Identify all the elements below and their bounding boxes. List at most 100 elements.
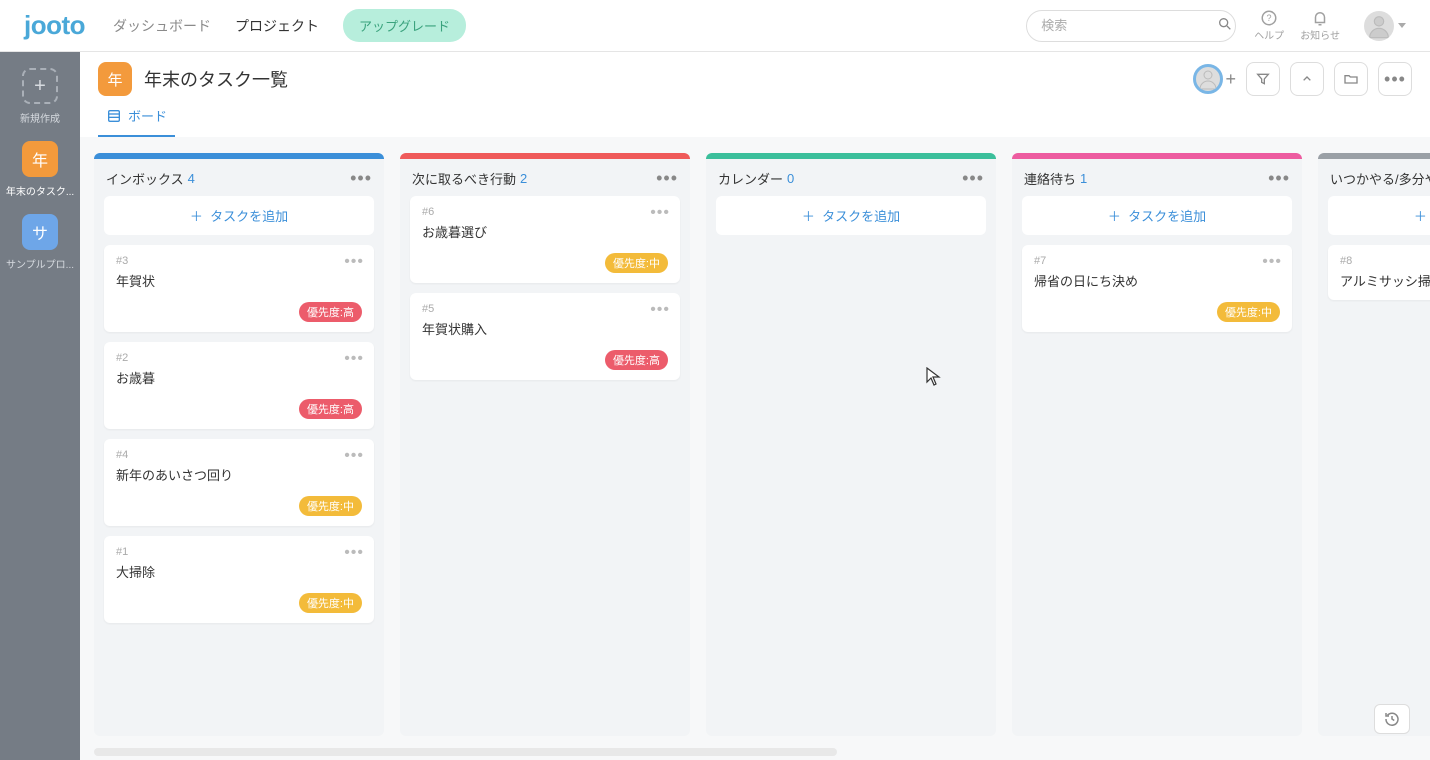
- list-count: 2: [520, 171, 527, 186]
- card-id: #8: [1340, 255, 1430, 267]
- card-footer: 優先度:高: [116, 399, 362, 419]
- notifications-button[interactable]: お知らせ: [1300, 9, 1340, 42]
- list-next-header: 次に取るべき行動2•••: [400, 159, 690, 196]
- card-title: 新年のあいさつ回り: [116, 465, 362, 484]
- card-id: #1: [116, 546, 362, 558]
- list-menu-button[interactable]: •••: [350, 174, 372, 183]
- task-card[interactable]: #2お歳暮•••優先度:高: [104, 342, 374, 429]
- board: インボックス4•••＋ タスクを追加#3年賀状•••優先度:高#2お歳暮•••優…: [94, 153, 1430, 736]
- list-menu-button[interactable]: •••: [962, 174, 984, 183]
- add-member-button[interactable]: +: [1193, 64, 1236, 94]
- search-box[interactable]: [1026, 10, 1236, 42]
- card-footer: 優先度:中: [1034, 302, 1280, 322]
- board-icon: [106, 108, 122, 124]
- card-footer: 優先度:高: [116, 302, 362, 322]
- chevron-up-icon: [1299, 71, 1315, 87]
- help-button[interactable]: ? ヘルプ: [1254, 9, 1284, 42]
- task-card[interactable]: #5年賀状購入•••優先度:高: [410, 293, 680, 380]
- task-card[interactable]: #7帰省の日にち決め•••優先度:中: [1022, 245, 1292, 332]
- add-task-button[interactable]: ＋ タスクを追加: [716, 196, 986, 235]
- history-button[interactable]: [1374, 704, 1410, 734]
- archive-button[interactable]: [1334, 62, 1368, 96]
- app-header: jooto ダッシュボード プロジェクト アップグレード ? ヘルプ お知らせ: [0, 0, 1430, 52]
- card-footer: 優先度:中: [116, 593, 362, 613]
- list-someday: いつかやる/多分や•••＋ タスクを追加#8アルミサッシ掃除•••: [1318, 153, 1430, 736]
- priority-badge: 優先度:中: [299, 593, 362, 613]
- card-menu-button[interactable]: •••: [344, 544, 364, 562]
- notifications-label: お知らせ: [1300, 27, 1340, 42]
- filter-button[interactable]: [1246, 62, 1280, 96]
- add-task-label: タスクを追加: [210, 209, 288, 224]
- sidebar-project-1[interactable]: サ サンプルプロ...: [4, 214, 76, 271]
- card-id: #6: [422, 206, 668, 218]
- list-title: カレンダー: [718, 169, 783, 188]
- card-title: お歳暮: [116, 368, 362, 387]
- card-title: アルミサッシ掃除: [1340, 271, 1430, 290]
- horizontal-scrollbar[interactable]: [94, 748, 837, 756]
- sidebar-project-0[interactable]: 年 年末のタスク...: [4, 141, 76, 198]
- chevron-down-icon: [1398, 23, 1406, 28]
- card-id: #3: [116, 255, 362, 267]
- list-waiting: 連絡待ち1•••＋ タスクを追加#7帰省の日にち決め•••優先度:中: [1012, 153, 1302, 736]
- add-task-button[interactable]: ＋ タスクを追加: [1022, 196, 1292, 235]
- list-count: 4: [188, 171, 195, 186]
- plus-icon: ＋: [1108, 209, 1121, 224]
- add-task-label: タスクを追加: [822, 209, 900, 224]
- collapse-button[interactable]: [1290, 62, 1324, 96]
- project-header: 年 年末のタスク一覧 +: [80, 52, 1430, 96]
- user-menu[interactable]: [1364, 11, 1406, 41]
- list-waiting-header: 連絡待ち1•••: [1012, 159, 1302, 196]
- add-task-button[interactable]: ＋ タスクを追加: [104, 196, 374, 235]
- search-icon[interactable]: [1217, 16, 1233, 35]
- upgrade-button[interactable]: アップグレード: [343, 9, 466, 42]
- card-menu-button[interactable]: •••: [650, 204, 670, 222]
- folder-icon: [1343, 71, 1359, 87]
- list-title: 連絡待ち: [1024, 169, 1076, 188]
- dots-icon: •••: [1384, 75, 1406, 84]
- task-card[interactable]: #3年賀状•••優先度:高: [104, 245, 374, 332]
- tab-board[interactable]: ボード: [98, 96, 175, 137]
- card-footer: 優先度:中: [116, 496, 362, 516]
- task-card[interactable]: #6 お歳暮選び••• 優先度:中: [410, 196, 680, 283]
- list-count: 0: [787, 171, 794, 186]
- card-menu-button[interactable]: •••: [1262, 253, 1282, 271]
- card-id: #5: [422, 303, 668, 315]
- nav-project[interactable]: プロジェクト: [235, 16, 319, 36]
- tab-board-label: ボード: [128, 106, 167, 125]
- card-menu-button[interactable]: •••: [344, 350, 364, 368]
- sidebar-new[interactable]: + 新規作成: [4, 68, 76, 125]
- task-card[interactable]: #1大掃除•••優先度:中: [104, 536, 374, 623]
- sidebar-project-1-tile: サ: [22, 214, 58, 250]
- board-scroll[interactable]: インボックス4•••＋ タスクを追加#3年賀状•••優先度:高#2お歳暮•••優…: [80, 137, 1430, 748]
- card-menu-button[interactable]: •••: [344, 253, 364, 271]
- list-menu-button[interactable]: •••: [1268, 174, 1290, 183]
- task-card[interactable]: #8アルミサッシ掃除•••: [1328, 245, 1430, 300]
- card-menu-button[interactable]: •••: [344, 447, 364, 465]
- task-card[interactable]: #4新年のあいさつ回り•••優先度:中: [104, 439, 374, 526]
- list-inbox: インボックス4•••＋ タスクを追加#3年賀状•••優先度:高#2お歳暮•••優…: [94, 153, 384, 736]
- filter-icon: [1255, 71, 1271, 87]
- member-avatar: [1193, 64, 1223, 94]
- card-menu-button[interactable]: •••: [650, 301, 670, 319]
- priority-badge: 優先度:中: [605, 253, 668, 273]
- sidebar-new-label: 新規作成: [4, 110, 76, 125]
- add-task-button[interactable]: ＋ タスクを追加: [1328, 196, 1430, 235]
- card-title: お歳暮選び: [422, 222, 668, 241]
- list-next: 次に取るべき行動2•••#6お歳暮選び•••優先度:中#5年賀状購入•••優先度…: [400, 153, 690, 736]
- list-menu-button[interactable]: •••: [656, 174, 678, 183]
- history-icon: [1383, 710, 1401, 728]
- plus-icon: ＋: [190, 209, 203, 224]
- search-input[interactable]: [1041, 18, 1217, 33]
- sidebar: + 新規作成 年 年末のタスク... サ サンプルプロ...: [0, 52, 80, 760]
- priority-badge: 優先度:中: [299, 496, 362, 516]
- more-button[interactable]: •••: [1378, 62, 1412, 96]
- list-title: いつかやる/多分や: [1330, 169, 1430, 188]
- list-calendar: カレンダー 0 ••• ＋ タスクを追加: [706, 153, 996, 736]
- nav-dashboard[interactable]: ダッシュボード: [113, 16, 211, 36]
- priority-badge: 優先度:高: [605, 350, 668, 370]
- priority-badge: 優先度:中: [1217, 302, 1280, 322]
- project-title: 年末のタスク一覧: [144, 66, 288, 92]
- list-calendar-header: カレンダー 0 •••: [706, 159, 996, 196]
- logo: jooto: [24, 10, 85, 41]
- add-task-label: タスクを追加: [1128, 209, 1206, 224]
